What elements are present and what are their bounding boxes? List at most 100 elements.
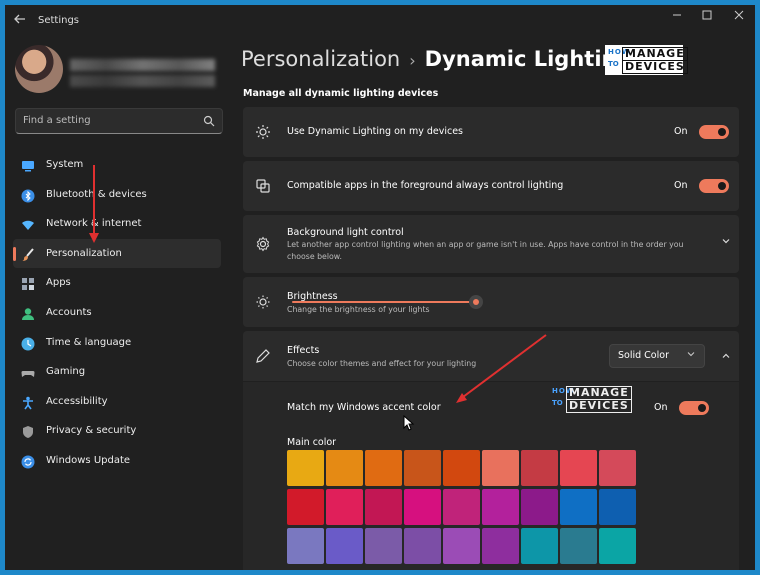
- color-swatch[interactable]: [443, 528, 480, 564]
- howto-logo: HOW TO MANAGE DEVICES: [605, 45, 688, 75]
- sidebar-item-label: Windows Update: [46, 454, 131, 466]
- wifi-icon: [21, 217, 35, 231]
- color-swatch[interactable]: [287, 528, 324, 564]
- logo-devices: DEVICES: [566, 399, 632, 413]
- sidebar-item-label: Apps: [46, 277, 71, 289]
- use-dynamic-lighting-label: Use Dynamic Lighting on my devices: [287, 126, 464, 137]
- sidebar-item-windows-update[interactable]: Windows Update: [13, 446, 221, 476]
- app-title: Settings: [38, 15, 80, 26]
- effects-dropdown-value: Solid Color: [618, 350, 669, 361]
- maximize-button[interactable]: [697, 9, 717, 24]
- color-swatch[interactable]: [326, 528, 363, 564]
- color-swatch[interactable]: [443, 489, 480, 525]
- mouse-cursor-icon: [403, 415, 415, 431]
- main-color-label: Main color: [287, 437, 337, 448]
- color-swatch[interactable]: [365, 450, 402, 486]
- howto-logo-watermark: HOW TO MANAGE DEVICES: [549, 384, 632, 414]
- minimize-button[interactable]: [667, 9, 687, 24]
- color-swatch[interactable]: [365, 528, 402, 564]
- chevron-down-icon: [687, 350, 695, 360]
- color-swatch[interactable]: [287, 450, 324, 486]
- compatible-apps-toggle[interactable]: [699, 179, 729, 193]
- background-light-control-subtitle: Let another app control lighting when an…: [287, 240, 684, 261]
- back-arrow-icon[interactable]: [13, 12, 29, 28]
- apps-icon: [21, 276, 35, 291]
- sidebar-item-system[interactable]: System: [13, 150, 221, 180]
- sidebar-item-accessibility[interactable]: Accessibility: [13, 387, 221, 417]
- logo-to: TO: [608, 60, 619, 68]
- color-swatch[interactable]: [560, 528, 597, 564]
- page-title: Dynamic Lighting: [424, 47, 632, 71]
- color-swatch[interactable]: [599, 489, 636, 525]
- sidebar-item-apps[interactable]: Apps: [13, 268, 221, 298]
- blurred-email: [70, 75, 215, 87]
- sidebar-nav: System Bluetooth & devices Network & int…: [13, 150, 221, 476]
- apps-lighting-icon: [255, 178, 271, 194]
- sidebar-item-bluetooth[interactable]: Bluetooth & devices: [13, 180, 221, 210]
- effects-card: Effects Choose color themes and effect f…: [243, 331, 739, 381]
- search-placeholder: Find a setting: [23, 115, 91, 126]
- background-light-control-card[interactable]: Background light control Let another app…: [243, 215, 739, 273]
- title-bar: Settings: [5, 5, 755, 35]
- toggle-state-label: On: [674, 180, 688, 191]
- toggle-state-label: On: [654, 402, 668, 413]
- chevron-down-icon[interactable]: [721, 236, 731, 249]
- color-swatch[interactable]: [560, 489, 597, 525]
- color-swatch[interactable]: [404, 528, 441, 564]
- close-button[interactable]: [729, 9, 749, 24]
- chevron-up-icon[interactable]: [721, 351, 731, 364]
- blurred-username: [70, 59, 215, 71]
- logo-to: TO: [552, 399, 563, 407]
- effects-dropdown[interactable]: Solid Color: [609, 344, 705, 368]
- color-swatch[interactable]: [443, 450, 480, 486]
- sidebar-item-personalization[interactable]: Personalization: [13, 238, 221, 269]
- color-swatch[interactable]: [482, 528, 519, 564]
- sidebar-item-accounts[interactable]: Accounts: [13, 298, 221, 328]
- color-swatch[interactable]: [521, 489, 558, 525]
- sun-dots-icon: [255, 124, 271, 140]
- brush-icon: [21, 247, 35, 261]
- color-swatch[interactable]: [521, 528, 558, 564]
- brightness-subtitle: Change the brightness of your lights: [287, 305, 430, 314]
- effects-title: Effects: [287, 345, 320, 356]
- match-accent-toggle[interactable]: [679, 401, 709, 415]
- shield-icon: [21, 424, 35, 439]
- color-swatch[interactable]: [287, 489, 324, 525]
- color-swatch[interactable]: [599, 450, 636, 486]
- toggle-state-label: On: [674, 126, 688, 137]
- logo-devices: DEVICES: [622, 60, 688, 74]
- color-swatch[interactable]: [482, 489, 519, 525]
- color-swatch[interactable]: [404, 450, 441, 486]
- search-input[interactable]: Find a setting: [15, 108, 223, 134]
- settings-window: Settings Find a setting System Bluetooth…: [5, 5, 755, 570]
- breadcrumb-parent[interactable]: Personalization: [241, 47, 400, 71]
- color-swatch[interactable]: [326, 489, 363, 525]
- sidebar-item-network[interactable]: Network & internet: [13, 209, 221, 239]
- use-dynamic-lighting-toggle[interactable]: [699, 125, 729, 139]
- color-swatch[interactable]: [521, 450, 558, 486]
- person-icon: [21, 306, 35, 320]
- logo-manage: MANAGE: [566, 386, 632, 400]
- color-swatch[interactable]: [560, 450, 597, 486]
- avatar: [15, 45, 63, 93]
- brightness-slider-thumb[interactable]: [469, 295, 483, 309]
- breadcrumb: Personalization › Dynamic Lighting: [241, 47, 632, 71]
- sidebar-item-label: Bluetooth & devices: [46, 188, 147, 200]
- brightness-slider-track[interactable]: [292, 301, 476, 303]
- sidebar-item-privacy[interactable]: Privacy & security: [13, 416, 221, 446]
- color-swatch[interactable]: [365, 489, 402, 525]
- color-swatch[interactable]: [326, 450, 363, 486]
- section-heading: Manage all dynamic lighting devices: [243, 88, 439, 99]
- accessibility-icon: [21, 395, 35, 410]
- background-light-control-title: Background light control: [287, 227, 404, 238]
- sidebar-item-gaming[interactable]: Gaming: [13, 357, 221, 387]
- gamepad-icon: [21, 365, 35, 379]
- brightness-icon: [255, 294, 271, 310]
- color-swatch[interactable]: [482, 450, 519, 486]
- sidebar-item-label: Gaming: [46, 366, 86, 378]
- update-icon: [21, 454, 35, 469]
- sidebar-item-time-language[interactable]: Time & language: [13, 328, 221, 358]
- color-swatch[interactable]: [599, 528, 636, 564]
- sidebar-item-label: Accounts: [46, 306, 92, 318]
- color-swatch[interactable]: [404, 489, 441, 525]
